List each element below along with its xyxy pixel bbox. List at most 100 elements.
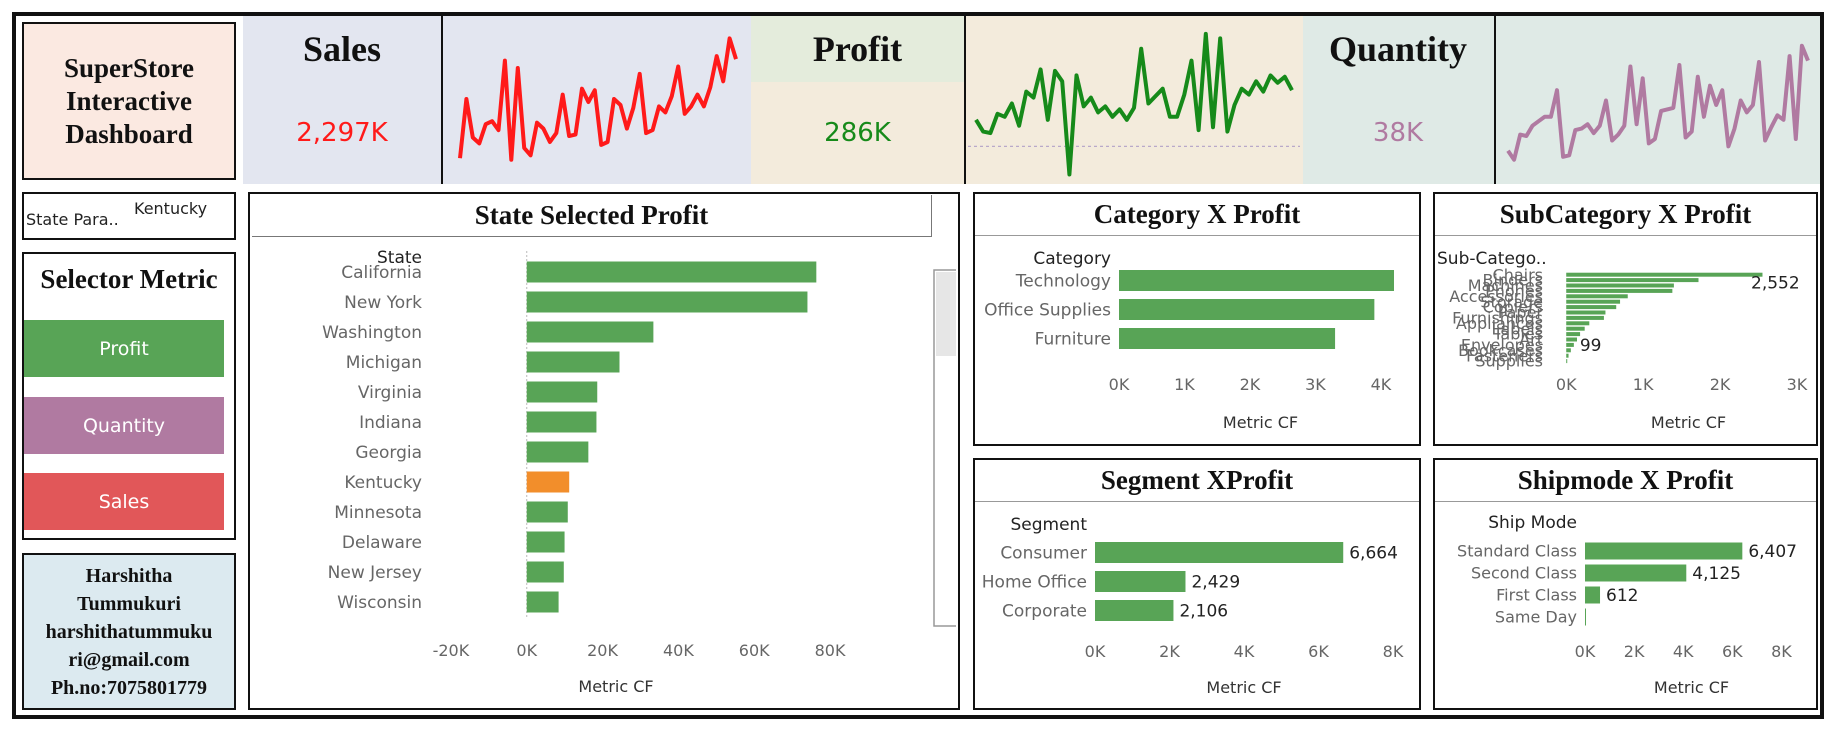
axis-dimension-label: Category <box>1033 249 1111 269</box>
state-profit-chart: StateCaliforniaNew YorkWashingtonMichiga… <box>322 248 956 696</box>
bar <box>1566 332 1581 337</box>
dashboard-title-line: Dashboard <box>65 118 193 149</box>
category-label: First Class <box>1496 586 1577 605</box>
data-label: 6,664 <box>1349 544 1398 564</box>
tick-label: 4K <box>1673 642 1694 661</box>
bar <box>526 291 808 313</box>
category-label: California <box>341 263 422 283</box>
bar <box>1566 315 1604 320</box>
tick-label: 0K <box>1575 642 1596 661</box>
sales-kpi-value: 2,297K <box>296 118 388 148</box>
category-profit-title: Category X Profit <box>975 194 1419 236</box>
bar <box>526 441 589 463</box>
bar <box>1585 542 1743 560</box>
category-label: Wisconsin <box>337 593 422 613</box>
bar <box>526 351 620 373</box>
category-label: Supplies <box>1475 352 1543 371</box>
state-parameter-control[interactable]: State Para.. Kentucky <box>22 192 236 240</box>
tick-label: 0K <box>1109 375 1130 394</box>
profit-sparkline-line <box>974 31 1294 177</box>
category-label: Home Office <box>982 572 1087 592</box>
author-name-line: Harshitha <box>85 564 173 587</box>
tick-label: 0K <box>1556 375 1577 394</box>
bar <box>526 381 598 403</box>
axis-dimension-label: Ship Mode <box>1488 513 1577 533</box>
bar <box>526 561 564 583</box>
bar <box>1566 353 1569 358</box>
quantity-sparkline <box>1506 43 1810 162</box>
category-label: Indiana <box>359 413 422 433</box>
tick-label: 3K <box>1787 375 1808 394</box>
bar <box>1566 288 1673 293</box>
bar <box>1566 278 1699 283</box>
bar <box>526 411 597 433</box>
tick-label: 60K <box>739 641 770 660</box>
sales-kpi-label: Sales <box>302 29 381 69</box>
tick-label: 2K <box>1159 642 1180 661</box>
tick-label: 8K <box>1771 642 1792 661</box>
state-parameter-value[interactable]: Kentucky <box>134 199 207 218</box>
tick-label: 4K <box>1371 375 1392 394</box>
dashboard-title-line: Interactive <box>66 85 192 116</box>
bar <box>1119 299 1375 320</box>
bar <box>1566 348 1571 353</box>
selector-quantity-button[interactable]: Quantity <box>24 397 224 454</box>
tick-label: 6K <box>1308 642 1329 661</box>
bar <box>1566 321 1590 326</box>
tick-label: 2K <box>1710 375 1731 394</box>
bar <box>1585 608 1586 626</box>
sales-sparkline-line <box>458 36 738 162</box>
bar <box>1566 299 1621 304</box>
data-label: 4,125 <box>1692 564 1741 584</box>
data-label: 99 <box>1580 336 1602 356</box>
author-name-line: Tummukuri <box>77 592 181 615</box>
bar <box>526 531 565 553</box>
subcategory-profit-title: SubCategory X Profit <box>1435 194 1816 236</box>
tick-label: -20K <box>433 641 470 660</box>
tick-label: 2K <box>1624 642 1645 661</box>
author-email-line: harshithatummuku <box>45 620 213 643</box>
tick-label: 6K <box>1722 642 1743 661</box>
bar <box>1566 359 1568 364</box>
category-label: Kentucky <box>344 473 422 493</box>
category-label: Corporate <box>1002 601 1087 621</box>
bar <box>526 501 568 523</box>
dashboard-title-card: SuperStore Interactive Dashboard <box>22 22 236 180</box>
category-label: Consumer <box>1000 543 1087 563</box>
data-label: 2,106 <box>1179 602 1228 622</box>
category-label: New York <box>344 293 422 313</box>
data-label: 2,429 <box>1191 573 1240 593</box>
profit-kpi-label: Profit <box>812 29 903 69</box>
segment-profit-chart: Segment Consumer 6,664 Home Office 2,429 Corp… <box>982 515 1404 697</box>
segment-profit-title: Segment XProfit <box>975 460 1419 502</box>
bar <box>1119 328 1336 349</box>
profit-sparkline <box>968 31 1300 177</box>
category-label: Same Day <box>1495 608 1577 627</box>
category-label: Technology <box>1015 271 1111 291</box>
profit-kpi-divider <box>964 16 966 184</box>
sales-kpi-divider <box>441 16 443 184</box>
bar <box>526 591 559 613</box>
axis-dimension-label: Segment <box>1011 515 1088 535</box>
author-card: Harshitha Tummukuri harshithatummuku ri@… <box>22 553 236 710</box>
data-label: 612 <box>1606 586 1638 606</box>
bar <box>1095 600 1174 621</box>
bar <box>1566 272 1763 277</box>
subcategory-profit-chart: Sub-Catego..Chairs 2,552BindersMachinesPh… <box>1437 249 1808 432</box>
tick-label: 2K <box>1240 375 1261 394</box>
axis-title: Metric CF <box>1223 413 1298 432</box>
category-label: Virginia <box>358 383 422 403</box>
bar <box>1095 542 1344 563</box>
selector-sales-button[interactable]: Sales <box>24 473 224 530</box>
author-email-line: ri@gmail.com <box>68 648 190 671</box>
data-label: 2,552 <box>1751 274 1800 294</box>
tick-label: 8K <box>1383 642 1404 661</box>
bar <box>1566 310 1606 315</box>
quantity-kpi-divider <box>1494 16 1496 184</box>
axis-title: Metric CF <box>1654 678 1729 697</box>
axis-title: Metric CF <box>578 677 653 696</box>
selector-profit-button[interactable]: Profit <box>24 320 224 377</box>
sales-sparkline <box>458 36 738 162</box>
category-label: Furniture <box>1035 329 1111 349</box>
bar <box>1119 270 1394 291</box>
